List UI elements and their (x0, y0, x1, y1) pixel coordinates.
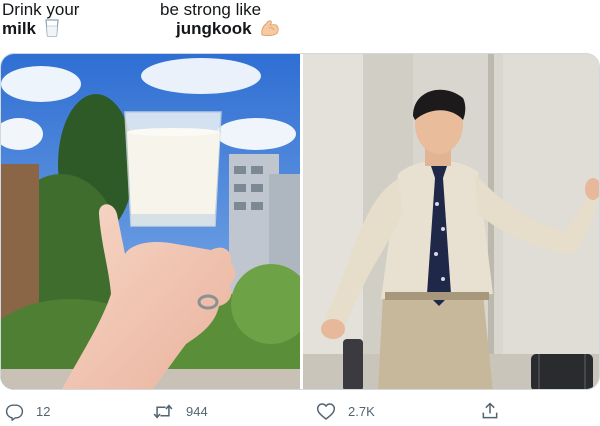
like-count: 2.7K (348, 403, 375, 419)
reply-button[interactable]: 12 (5, 398, 50, 424)
photo-person-flexing[interactable] (303, 54, 599, 389)
milk-glass-icon (45, 19, 59, 41)
tweet-action-bar: 12 944 2.7K (0, 398, 600, 426)
caption-right-line1: be strong like (160, 0, 262, 19)
retweet-count: 944 (186, 403, 208, 419)
photo-milk-glass[interactable] (1, 54, 300, 389)
like-button[interactable]: 2.7K (316, 398, 375, 424)
share-icon (480, 401, 500, 421)
tweet: Drink your milk be strong like jungkook (0, 0, 600, 426)
heart-icon (316, 402, 336, 421)
reply-icon (5, 402, 24, 421)
media-grid (0, 53, 600, 390)
caption-left: Drink your milk (2, 0, 79, 41)
share-button[interactable] (480, 398, 500, 424)
reply-count: 12 (36, 403, 51, 419)
flexed-biceps-icon (260, 19, 280, 41)
caption-left-line1: Drink your (2, 0, 80, 19)
caption-left-line2: milk (2, 19, 37, 38)
caption-right-line2: jungkook (176, 19, 252, 38)
caption-right: be strong like jungkook (160, 0, 280, 41)
retweet-button[interactable]: 944 (152, 398, 208, 424)
retweet-icon (152, 402, 174, 421)
